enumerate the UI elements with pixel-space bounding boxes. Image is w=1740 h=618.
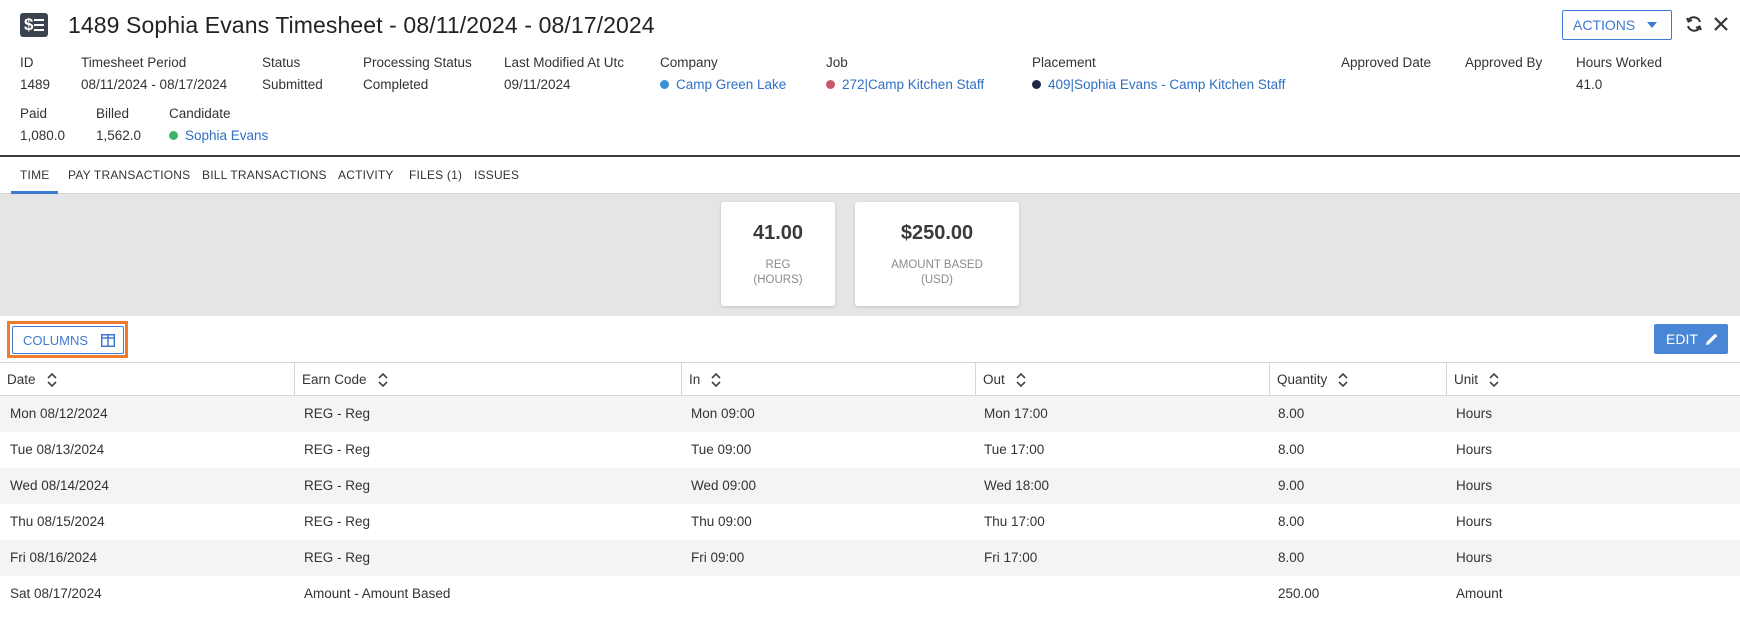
tab-bill-transactions[interactable]: BILL TRANSACTIONS <box>202 157 327 194</box>
candidate-link[interactable]: Sophia Evans <box>169 128 268 143</box>
sort-icon[interactable] <box>1488 372 1500 388</box>
sort-icon[interactable] <box>46 372 58 388</box>
column-header-earn-code[interactable]: Earn Code <box>294 363 681 396</box>
field-processing-status: Processing Status Completed <box>363 55 472 92</box>
job-link[interactable]: 272|Camp Kitchen Staff <box>826 77 984 92</box>
candidate-status-dot <box>169 131 178 140</box>
sort-icon[interactable] <box>1015 372 1027 388</box>
columns-label: COLUMNS <box>23 332 89 348</box>
table-row[interactable]: Thu 08/15/2024 REG - Reg Thu 09:00 Thu 1… <box>0 504 1740 540</box>
company-status-dot <box>660 80 669 89</box>
summary-card-amount-based: $250.00 AMOUNT BASED (USD) <box>855 202 1019 306</box>
tab-activity[interactable]: ACTIVITY <box>338 157 394 194</box>
column-header-quantity[interactable]: Quantity <box>1269 363 1446 396</box>
job-status-dot <box>826 80 835 89</box>
time-entries-table: Date Earn Code In Out Quantity Unit Mon … <box>0 362 1740 612</box>
page-title: 1489 Sophia Evans Timesheet - 08/11/2024… <box>68 11 655 38</box>
field-timesheet-period: Timesheet Period 08/11/2024 - 08/17/2024 <box>81 55 228 92</box>
title-row: $ 1489 Sophia Evans Timesheet - 08/11/20… <box>20 10 655 40</box>
field-id: ID 1489 <box>20 55 51 92</box>
table-header: Date Earn Code In Out Quantity Unit <box>0 362 1740 396</box>
field-last-modified: Last Modified At Utc 09/11/2024 <box>504 55 625 92</box>
table-row[interactable]: Mon 08/12/2024 REG - Reg Mon 09:00 Mon 1… <box>0 396 1740 432</box>
field-candidate: Candidate Sophia Evans <box>169 106 269 143</box>
timesheet-dollar-icon: $ <box>20 13 48 37</box>
table-toolbar: COLUMNS EDIT <box>0 316 1740 362</box>
column-header-unit[interactable]: Unit <box>1446 363 1740 396</box>
column-header-in[interactable]: In <box>681 363 975 396</box>
table-row[interactable]: Wed 08/14/2024 REG - Reg Wed 09:00 Wed 1… <box>0 468 1740 504</box>
tab-issues[interactable]: ISSUES <box>474 157 519 194</box>
columns-icon <box>101 334 115 347</box>
field-hours-worked: Hours Worked 41.0 <box>1576 55 1663 92</box>
field-status: Status Submitted <box>262 55 323 92</box>
close-icon[interactable] <box>1711 14 1731 34</box>
field-paid: Paid 1,080.0 <box>20 106 66 143</box>
field-billed: Billed 1,562.0 <box>96 106 142 143</box>
placement-link[interactable]: 409|Sophia Evans - Camp Kitchen Staff <box>1032 77 1285 92</box>
placement-status-dot <box>1032 80 1041 89</box>
sort-icon[interactable] <box>1337 372 1349 388</box>
column-header-out[interactable]: Out <box>975 363 1269 396</box>
pencil-icon <box>1706 333 1718 345</box>
table-row[interactable]: Tue 08/13/2024 REG - Reg Tue 09:00 Tue 1… <box>0 432 1740 468</box>
actions-label: ACTIONS <box>1573 17 1636 33</box>
sort-icon[interactable] <box>710 372 722 388</box>
field-placement: Placement 409|Sophia Evans - Camp Kitche… <box>1032 55 1286 92</box>
table-row[interactable]: Fri 08/16/2024 REG - Reg Fri 09:00 Fri 1… <box>0 540 1740 576</box>
edit-label: EDIT <box>1666 331 1698 347</box>
summary-card-reg-hours: 41.00 REG (HOURS) <box>721 202 835 306</box>
tab-files[interactable]: FILES (1) <box>409 157 462 194</box>
field-company: Company Camp Green Lake <box>660 55 787 92</box>
tab-pay-transactions[interactable]: PAY TRANSACTIONS <box>68 157 190 194</box>
edit-button[interactable]: EDIT <box>1654 324 1728 354</box>
field-approved-date: Approved Date <box>1341 55 1432 70</box>
company-link[interactable]: Camp Green Lake <box>660 77 786 92</box>
actions-dropdown-button[interactable]: ACTIONS <box>1562 10 1672 40</box>
timesheet-header: $ 1489 Sophia Evans Timesheet - 08/11/20… <box>0 0 1740 157</box>
columns-button[interactable]: COLUMNS <box>12 326 124 354</box>
summary-panel: 41.00 REG (HOURS) $250.00 AMOUNT BASED (… <box>0 194 1740 316</box>
refresh-icon[interactable] <box>1684 14 1704 34</box>
sort-icon[interactable] <box>377 372 389 388</box>
column-header-date[interactable]: Date <box>0 363 294 396</box>
field-approved-by: Approved By <box>1465 55 1543 70</box>
tab-bar: TIME PAY TRANSACTIONS BILL TRANSACTIONS … <box>0 157 1740 194</box>
table-row[interactable]: Sat 08/17/2024 Amount - Amount Based 250… <box>0 576 1740 612</box>
field-job: Job 272|Camp Kitchen Staff <box>826 55 985 92</box>
tab-time[interactable]: TIME <box>11 157 58 194</box>
caret-down-icon <box>1647 22 1657 28</box>
